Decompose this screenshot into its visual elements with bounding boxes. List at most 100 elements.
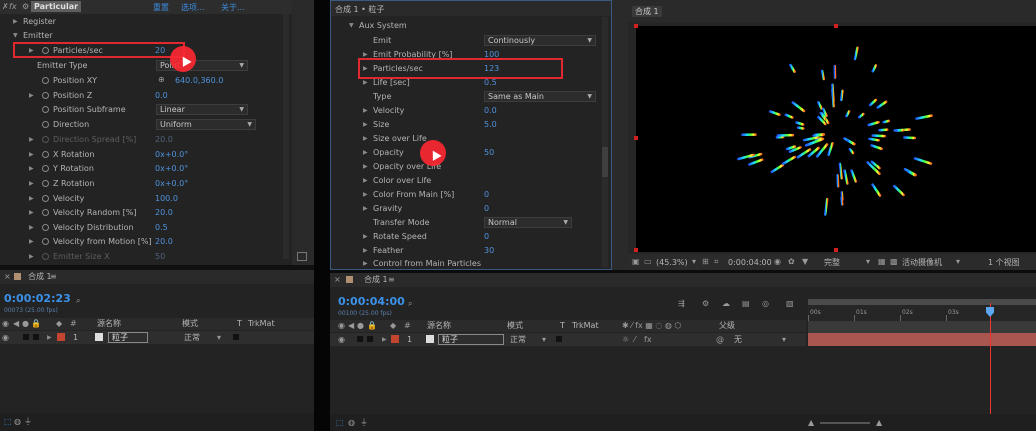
chevron-down-icon[interactable]: ▾ <box>217 333 221 343</box>
expand-arrow-icon[interactable]: ▶ <box>363 104 368 117</box>
stopwatch-icon[interactable] <box>42 77 49 84</box>
parent-select[interactable]: 无 <box>734 335 742 345</box>
stopwatch-icon[interactable] <box>42 224 49 231</box>
trkmat-box[interactable] <box>233 334 239 340</box>
edge-handle[interactable] <box>634 136 638 140</box>
search-icon[interactable]: ⌕ <box>76 296 80 306</box>
expand-arrow-icon[interactable]: ▶ <box>29 148 34 161</box>
expand-arrow-icon[interactable]: ▶ <box>382 333 387 346</box>
value-x-rotation[interactable]: 0x+0.0° <box>155 148 188 161</box>
reset-link[interactable]: 重置 <box>153 2 169 13</box>
position-subframe-dropdown[interactable]: Linear ▼ <box>156 104 248 115</box>
layer-name[interactable]: 粒子 <box>108 332 148 343</box>
toggle-switches-icon[interactable]: ⬚ <box>336 418 344 428</box>
shy-icon[interactable]: ☁ <box>722 299 730 309</box>
expand-arrow-icon[interactable]: ▶ <box>29 89 34 102</box>
zoom-out-icon[interactable]: ▲ <box>808 418 814 428</box>
region-icon[interactable]: ▦ <box>878 257 886 267</box>
close-icon[interactable]: × <box>334 275 341 285</box>
fx-switch-icon[interactable]: fx <box>644 335 652 345</box>
audio-icon[interactable]: ◀ <box>348 321 354 331</box>
playhead[interactable] <box>990 303 991 431</box>
expand-arrow-icon[interactable]: ▶ <box>363 118 368 131</box>
eye-icon[interactable]: ◉ <box>2 333 9 343</box>
stopwatch-icon[interactable] <box>42 92 49 99</box>
label-color[interactable] <box>57 333 65 341</box>
expand-arrow-icon[interactable]: ▶ <box>29 177 34 190</box>
prop-color-over-life[interactable]: Color over Life <box>373 174 431 187</box>
chevron-down-icon[interactable]: ▾ <box>956 257 960 267</box>
current-timecode[interactable]: 0:00:04:00 <box>338 295 405 308</box>
solo-icon[interactable]: ● <box>357 321 364 331</box>
time-ruler[interactable]: 00s 01s 02s 03s <box>808 299 1036 321</box>
corner-handle[interactable] <box>634 24 638 28</box>
register-group[interactable]: Register <box>23 15 56 28</box>
stopwatch-icon[interactable] <box>42 165 49 172</box>
value-size[interactable]: 5.0 <box>484 118 497 131</box>
prop-control-from-main[interactable]: Control from Main Particles <box>373 257 481 269</box>
options-link[interactable]: 选项... <box>181 2 205 13</box>
eye-icon[interactable]: ◉ <box>338 335 345 345</box>
stopwatch-icon[interactable] <box>42 180 49 187</box>
chevron-down-icon[interactable]: ▾ <box>692 257 696 267</box>
eye-icon[interactable]: ◉ <box>2 319 9 329</box>
scrollbar[interactable] <box>283 14 289 259</box>
layer-duration-bar[interactable] <box>808 333 1036 346</box>
expand-arrow-icon[interactable]: ▶ <box>29 221 34 234</box>
direction-dropdown[interactable]: Uniform ▼ <box>156 119 256 130</box>
viewer-tab[interactable]: 合成 1 <box>632 6 662 17</box>
value-velocity-distribution[interactable]: 0.5 <box>155 221 168 234</box>
viewer-timecode[interactable]: 0:00:04:00 <box>728 258 772 268</box>
expand-arrow-icon[interactable]: ▶ <box>29 206 34 219</box>
close-icon[interactable]: × <box>4 272 11 282</box>
toggle-modes-icon[interactable]: ◍ <box>348 418 355 428</box>
expand-arrow-icon[interactable]: ▶ <box>47 331 52 344</box>
menu-icon[interactable]: ≡ <box>50 272 57 282</box>
layer-row[interactable]: ◉ ▶ 1 粒子 正常 ▾ <box>0 331 314 344</box>
stopwatch-icon[interactable] <box>42 253 49 260</box>
camera-select[interactable]: 活动摄像机 <box>902 258 942 268</box>
zoom-slider[interactable] <box>820 422 870 424</box>
comp-mini-flowchart-icon[interactable]: ⇶ <box>678 299 685 309</box>
current-timecode[interactable]: 0:00:02:23 <box>4 292 71 305</box>
prop-size-over-life[interactable]: Size over Life <box>373 132 427 145</box>
effect-name[interactable]: Particular <box>31 1 82 12</box>
always-preview-icon[interactable]: ▣ <box>632 257 640 267</box>
label-icon[interactable]: ◆ <box>390 321 396 331</box>
label-icon[interactable]: ◆ <box>56 319 62 329</box>
value-y-rotation[interactable]: 0x+0.0° <box>155 162 188 175</box>
value-color-from-main[interactable]: 0 <box>484 188 489 201</box>
mask-icon[interactable]: ⌗ <box>714 257 719 267</box>
stopwatch-icon[interactable] <box>42 209 49 216</box>
collapse-switch-icon[interactable]: ☼ <box>622 335 629 345</box>
rgb-channels-icon[interactable]: ✿ <box>788 257 795 267</box>
layer-mode[interactable]: 正常 <box>510 335 526 345</box>
collapse-arrow-icon[interactable]: ▼ <box>13 29 18 42</box>
timeline-tab[interactable]: 合成 1 <box>28 272 52 282</box>
graph-editor-icon[interactable]: ▧ <box>786 299 794 309</box>
menu-icon[interactable]: ≡ <box>388 275 395 285</box>
viewer-icon[interactable] <box>297 252 307 261</box>
value-gravity[interactable]: 0 <box>484 202 489 215</box>
chevron-down-icon[interactable]: ▾ <box>866 257 870 267</box>
value-feather[interactable]: 30 <box>484 244 494 257</box>
value-velocity[interactable]: 100.0 <box>155 192 178 205</box>
views-select[interactable]: 1 个视图 <box>988 258 1020 268</box>
motion-blur-icon[interactable]: ◎ <box>762 299 769 309</box>
label-color[interactable] <box>391 335 399 343</box>
lock-icon[interactable]: 🔒 <box>31 319 41 329</box>
toggle-switches-icon[interactable]: ⬚ <box>4 417 12 427</box>
corner-handle[interactable] <box>634 248 638 252</box>
value-z-rotation[interactable]: 0x+0.0° <box>155 177 188 190</box>
emit-dropdown[interactable]: Continously ▼ <box>484 35 596 46</box>
crosshair-icon[interactable]: ⊕ <box>158 75 165 85</box>
solo-box[interactable] <box>23 334 29 340</box>
value-opacity[interactable]: 50 <box>484 146 494 159</box>
emitter-group[interactable]: Emitter <box>23 29 53 42</box>
fx-icon[interactable]: fx <box>9 2 17 12</box>
search-icon[interactable]: ⌕ <box>408 299 412 309</box>
expand-arrow-icon[interactable]: ▶ <box>29 133 34 146</box>
value-position-xy[interactable]: 640.0,360.0 <box>175 74 223 87</box>
expand-arrow-icon[interactable]: ▶ <box>363 230 368 243</box>
value-aux-velocity[interactable]: 0.0 <box>484 104 497 117</box>
